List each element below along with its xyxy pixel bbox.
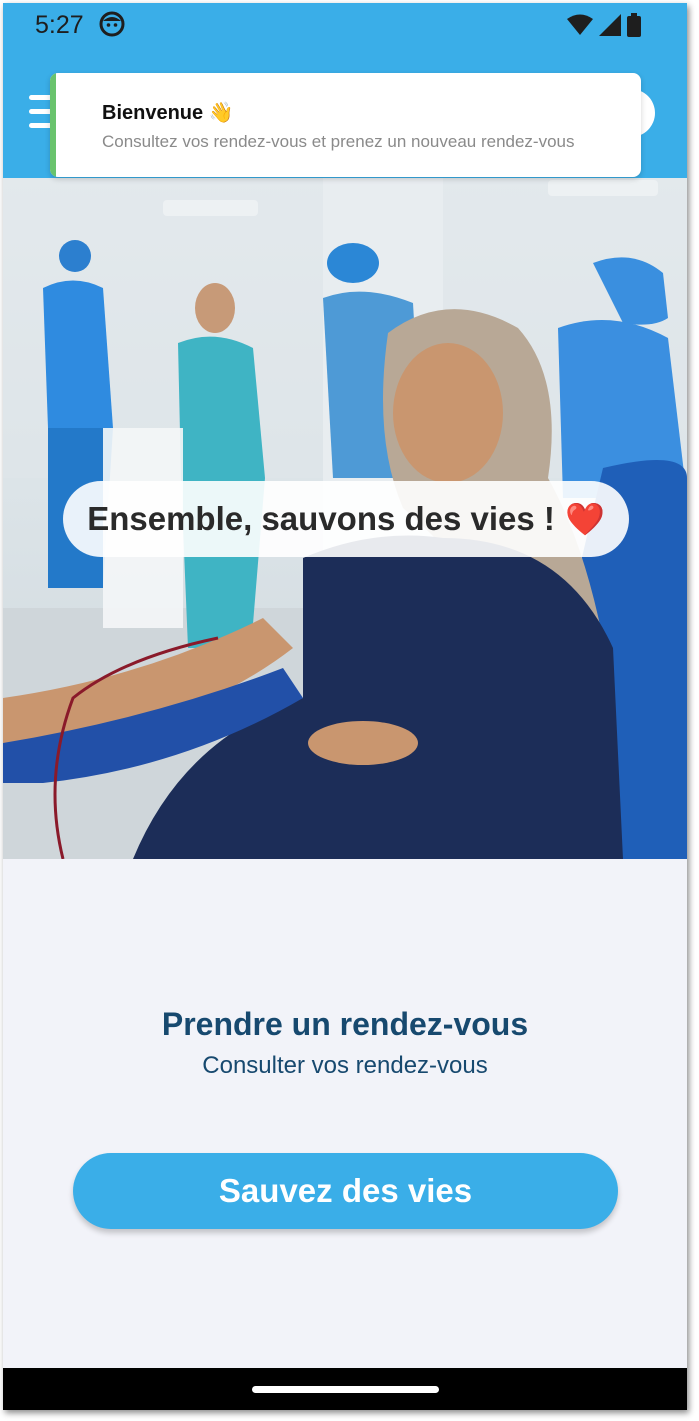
hero-banner: Ensemble, sauvons des vies ! ❤️ [3, 178, 687, 859]
toast-message: Consultez vos rendez-vous et prenez un n… [102, 132, 575, 151]
app-screen: 5:27 Ensemble, sauvons des vies ! ❤️ Bie… [3, 3, 687, 1410]
view-appointments-link[interactable]: Consulter vos rendez-vous [3, 1052, 687, 1080]
battery-icon [627, 13, 641, 37]
status-time: 5:27 [35, 11, 84, 39]
home-indicator[interactable] [252, 1386, 439, 1393]
toast-accent-bar [50, 73, 56, 177]
save-lives-button[interactable]: Sauvez des vies [73, 1153, 618, 1229]
face-icon [99, 11, 125, 37]
status-icons [567, 13, 641, 37]
wifi-icon [567, 14, 593, 35]
hero-caption: Ensemble, sauvons des vies ! ❤️ [63, 481, 629, 557]
welcome-toast[interactable]: Bienvenue 👋 Consultez vos rendez-vous et… [50, 73, 641, 177]
book-appointment-title[interactable]: Prendre un rendez-vous [3, 1006, 687, 1043]
heart-icon: ❤️ [564, 501, 605, 537]
system-nav-bar [3, 1368, 687, 1410]
hero-caption-text: Ensemble, sauvons des vies ! [87, 500, 555, 537]
toast-title: Bienvenue 👋 [102, 102, 234, 124]
signal-icon [599, 14, 621, 36]
